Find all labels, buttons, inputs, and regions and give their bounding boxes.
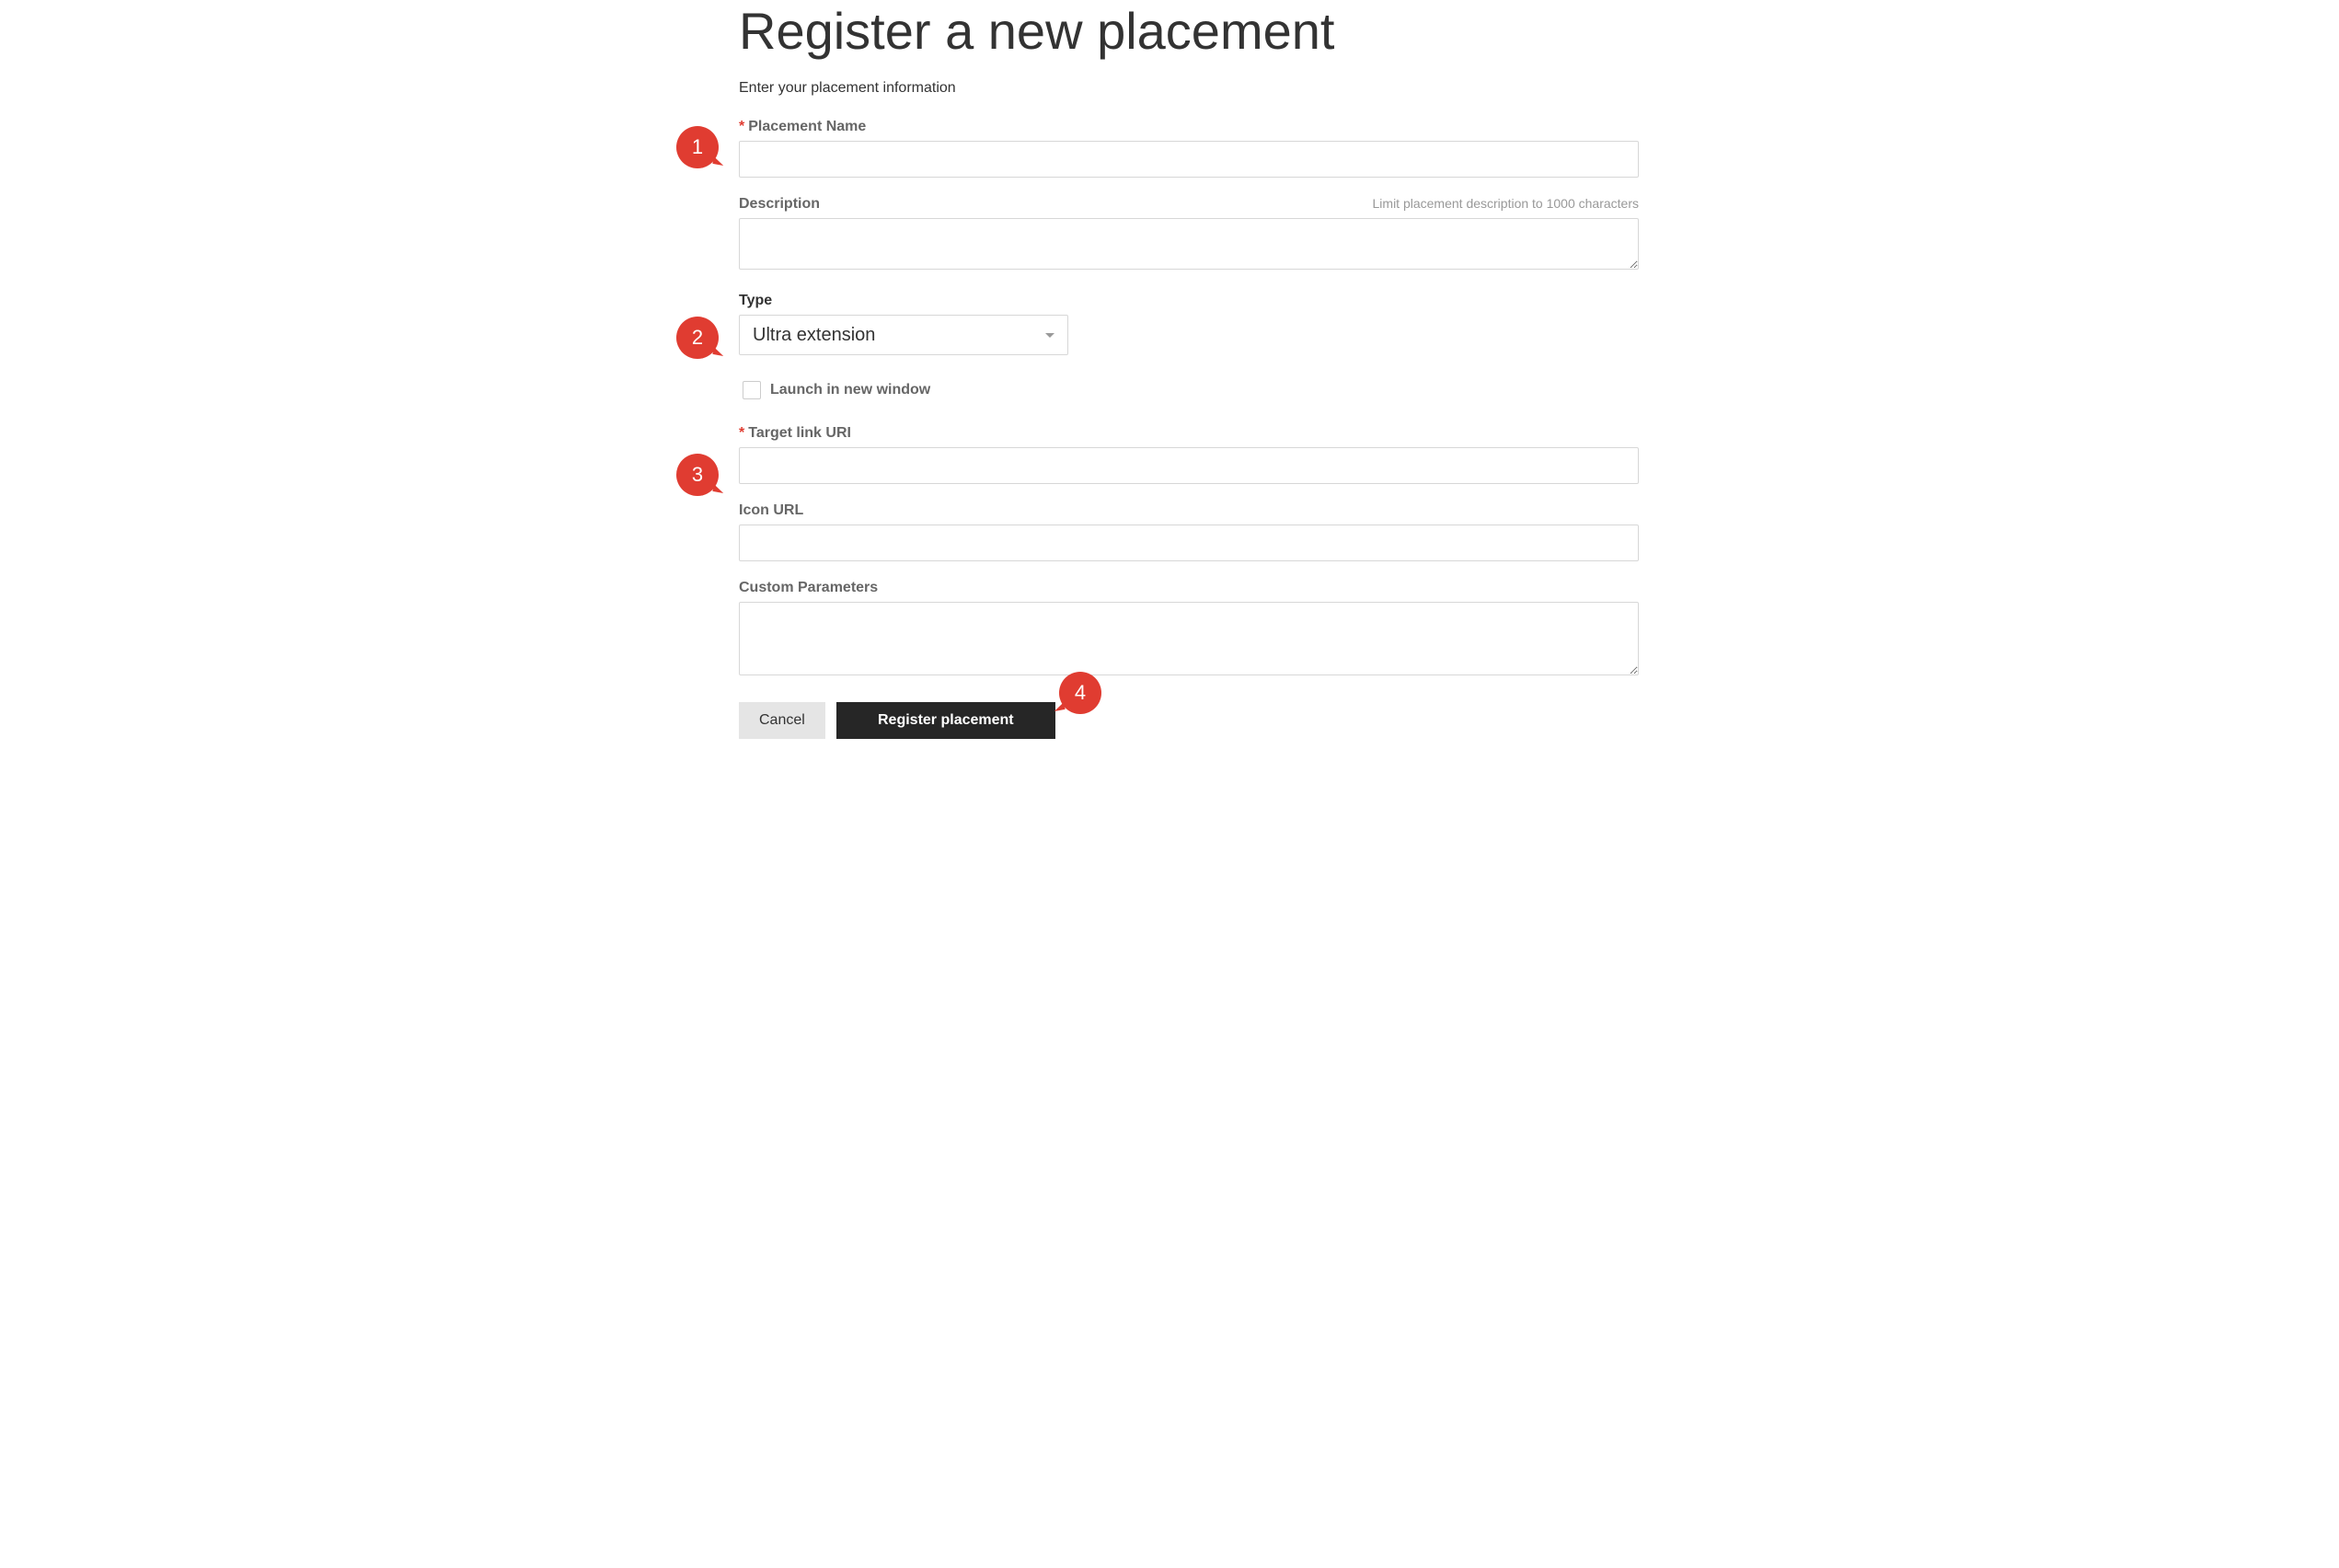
icon-url-input[interactable] (739, 525, 1639, 561)
page-subtitle: Enter your placement information (739, 80, 1639, 97)
field-placement-name: * Placement Name (739, 119, 1639, 178)
callout-2: 2 (676, 317, 719, 359)
target-link-uri-label-text: Target link URI (748, 425, 851, 441)
field-icon-url: Icon URL (739, 502, 1639, 561)
chevron-down-icon (1045, 333, 1054, 338)
form-actions: Cancel Register placement 4 (739, 702, 1639, 739)
custom-parameters-textarea[interactable] (739, 602, 1639, 675)
required-asterisk: * (739, 119, 744, 134)
field-type: Type Ultra extension (739, 293, 1639, 355)
field-launch-new-window: Launch in new window (743, 381, 1639, 399)
target-link-uri-input[interactable] (739, 447, 1639, 484)
icon-url-label: Icon URL (739, 502, 803, 519)
launch-new-window-label[interactable]: Launch in new window (770, 382, 930, 398)
target-link-uri-label: *Target link URI (739, 425, 851, 442)
placement-name-input[interactable] (739, 141, 1639, 178)
field-description: Description Limit placement description … (739, 196, 1639, 274)
callout-1: 1 (676, 126, 719, 168)
field-custom-parameters: Custom Parameters (739, 580, 1639, 680)
register-placement-button[interactable]: Register placement (836, 702, 1055, 739)
field-target-link-uri: *Target link URI (739, 425, 1639, 484)
launch-new-window-checkbox[interactable] (743, 381, 761, 399)
callout-3: 3 (676, 454, 719, 496)
type-label: Type (739, 293, 772, 309)
description-label: Description (739, 196, 820, 213)
description-textarea[interactable] (739, 218, 1639, 270)
description-hint: Limit placement description to 1000 char… (1373, 196, 1639, 211)
placement-name-label-text: Placement Name (748, 119, 866, 134)
custom-parameters-label: Custom Parameters (739, 580, 878, 596)
cancel-button[interactable]: Cancel (739, 702, 825, 739)
required-asterisk: * (739, 425, 744, 441)
type-selected-value: Ultra extension (753, 325, 875, 346)
page-title: Register a new placement (739, 0, 1639, 62)
callout-4: 4 (1059, 672, 1101, 714)
type-select[interactable]: Ultra extension (739, 315, 1068, 355)
placement-name-label: * Placement Name (739, 119, 866, 135)
